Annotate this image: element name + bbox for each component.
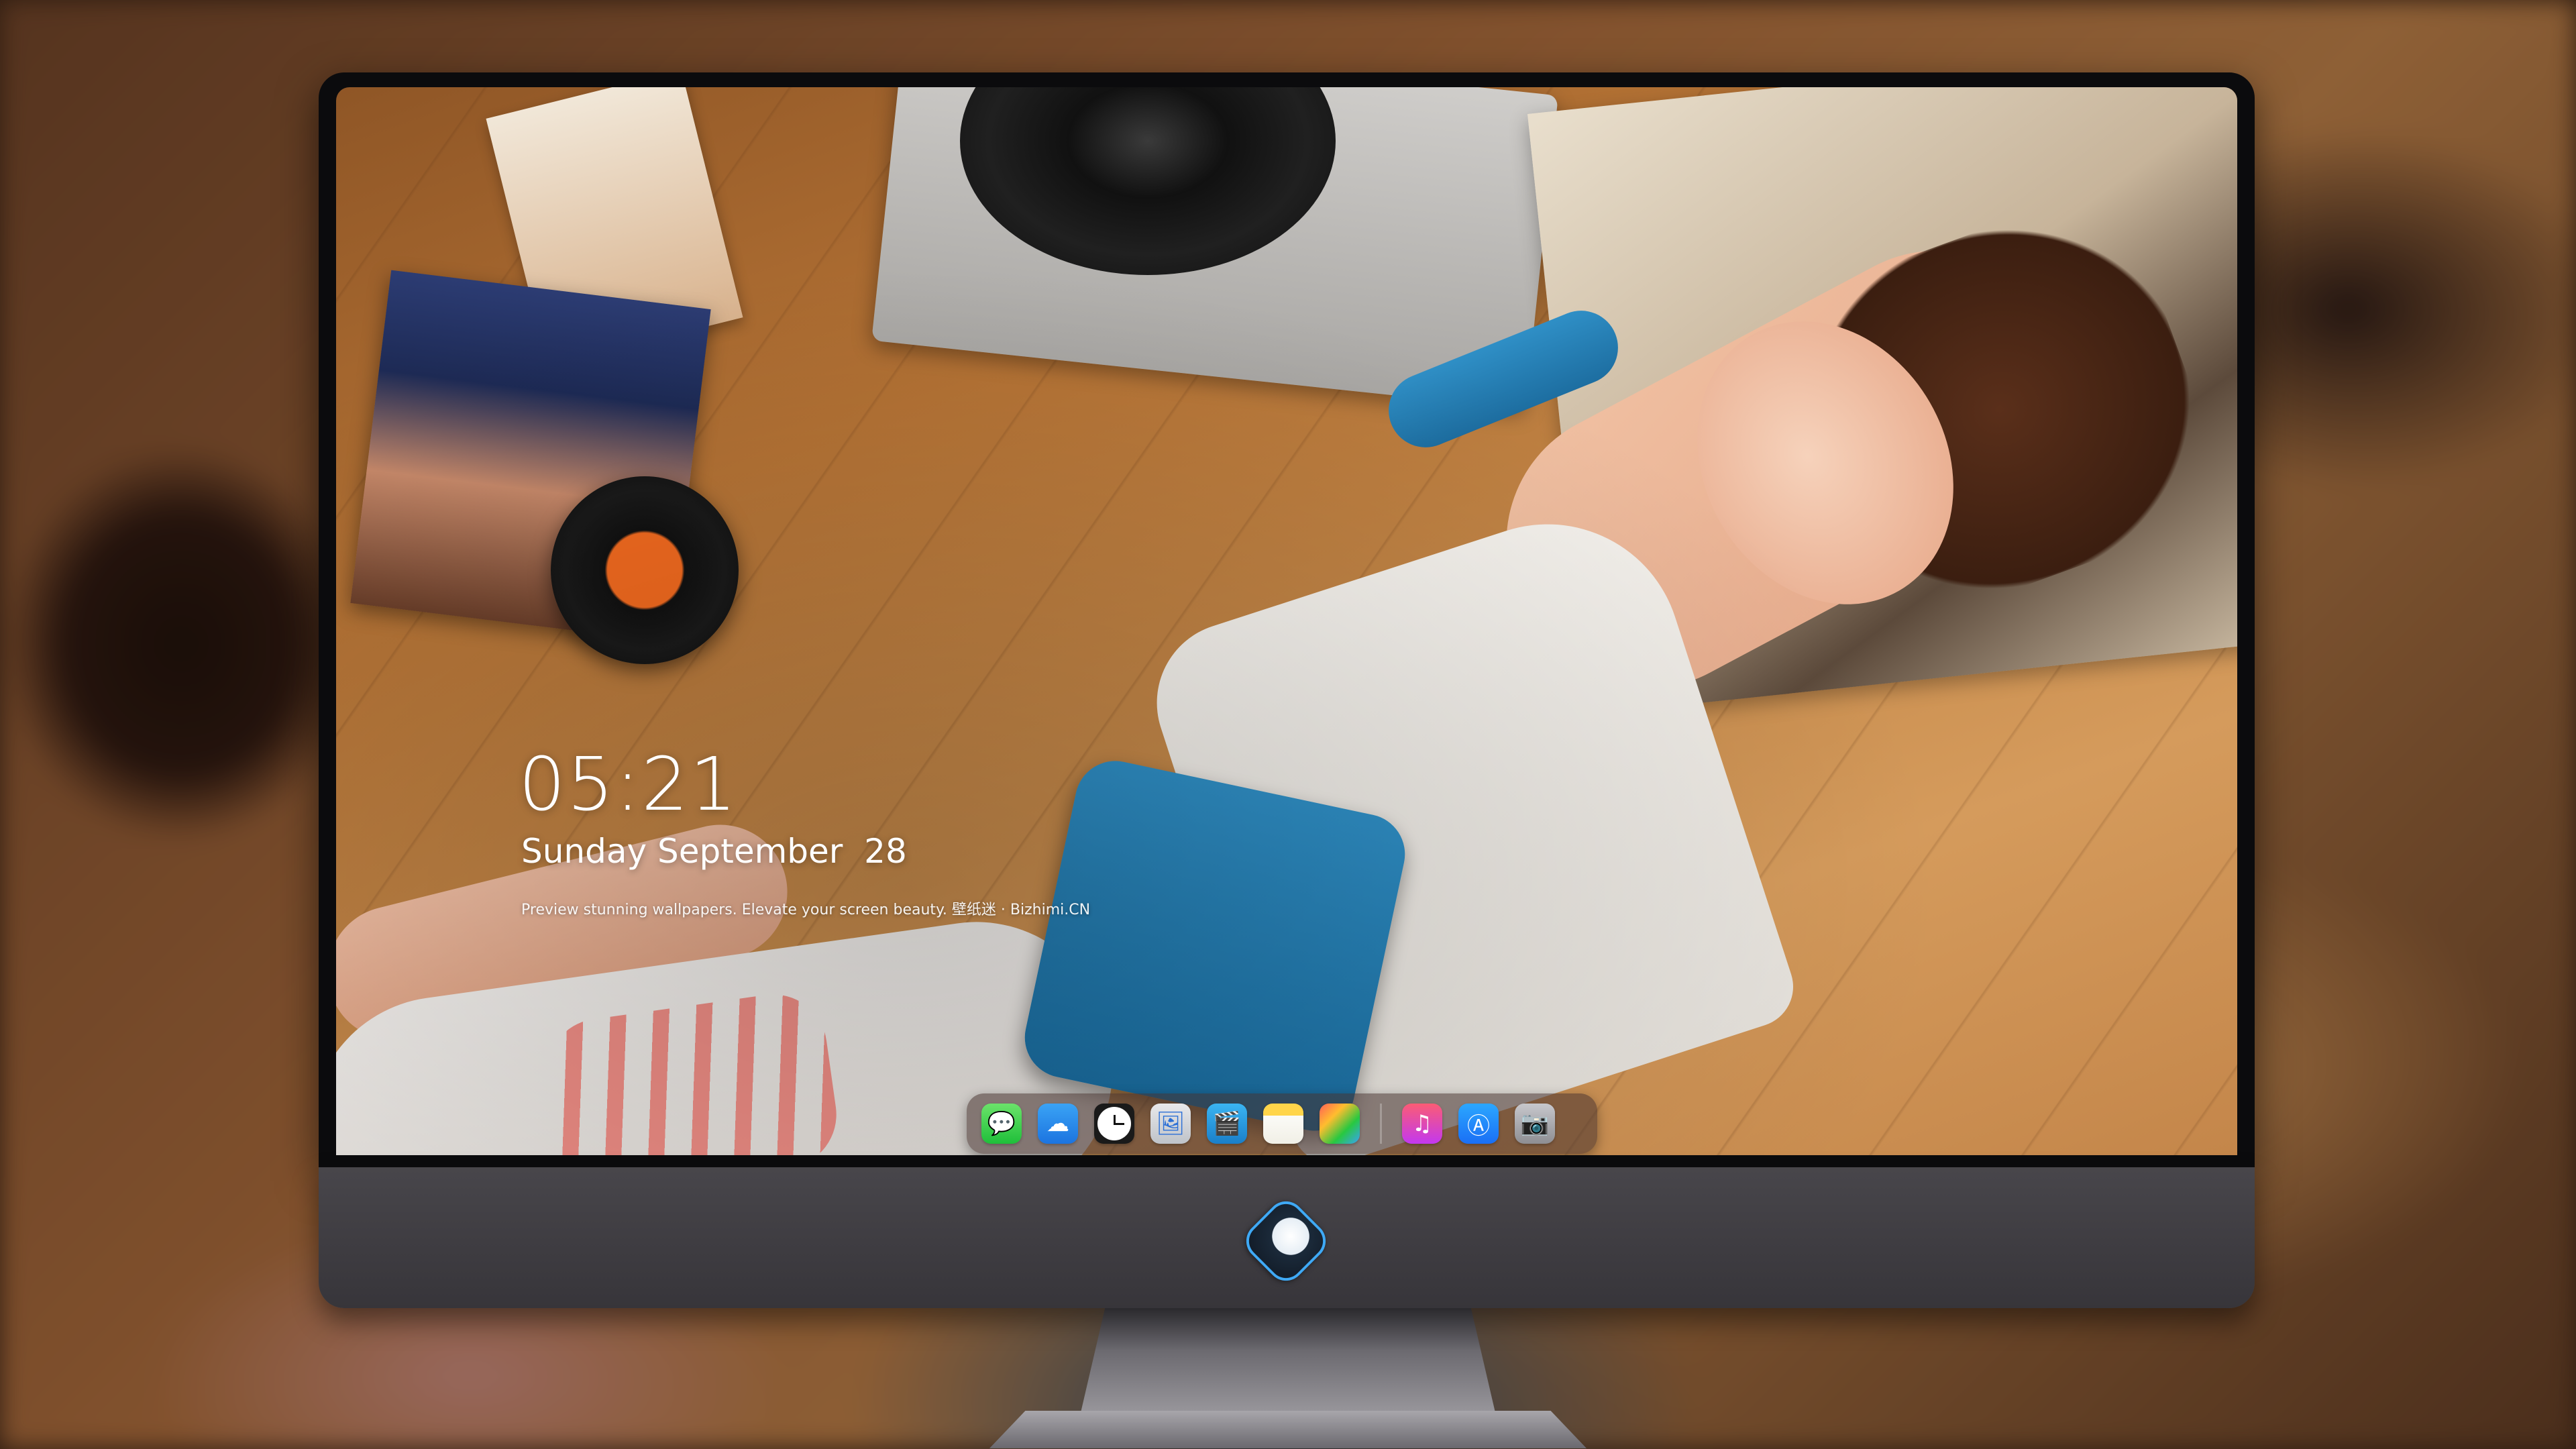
lock-date: Sunday September 28 bbox=[521, 832, 907, 871]
preview-icon[interactable]: 🖼 bbox=[1150, 1104, 1191, 1144]
wallpaper-caption: Preview stunning wallpapers. Elevate you… bbox=[521, 902, 1091, 918]
dock-separator bbox=[1380, 1104, 1382, 1144]
desktop-screen: 05:21 Sunday September 28 Preview stunni… bbox=[336, 87, 2237, 1155]
wallpaper-vignette bbox=[336, 87, 2237, 1155]
weather-icon[interactable]: ☁ bbox=[1038, 1104, 1078, 1144]
camera-icon[interactable]: 📷 bbox=[1515, 1104, 1555, 1144]
clock-icon[interactable] bbox=[1094, 1104, 1134, 1144]
messages-icon[interactable]: 💬 bbox=[981, 1104, 1022, 1144]
dock: 💬 ☁ 🖼 🎬 ♫ Ⓐ 📷 bbox=[967, 1093, 1597, 1154]
photos-icon[interactable] bbox=[1320, 1104, 1360, 1144]
monitor-stand-neck bbox=[1080, 1308, 1496, 1415]
clock-minute-hand bbox=[1114, 1123, 1124, 1125]
clock-face bbox=[1097, 1107, 1131, 1140]
monitor: 05:21 Sunday September 28 Preview stunni… bbox=[319, 72, 2255, 1448]
clapperboard-icon[interactable]: 🎬 bbox=[1207, 1104, 1247, 1144]
monitor-chin bbox=[319, 1167, 2255, 1308]
monitor-bezel: 05:21 Sunday September 28 Preview stunni… bbox=[319, 72, 2255, 1167]
notes-icon[interactable] bbox=[1263, 1104, 1303, 1144]
app-store-icon[interactable]: Ⓐ bbox=[1458, 1104, 1499, 1144]
music-icon[interactable]: ♫ bbox=[1402, 1104, 1442, 1144]
lock-clock: 05:21 bbox=[519, 741, 739, 827]
brand-logo-icon bbox=[1238, 1193, 1334, 1289]
monitor-stand-base bbox=[989, 1411, 1587, 1448]
